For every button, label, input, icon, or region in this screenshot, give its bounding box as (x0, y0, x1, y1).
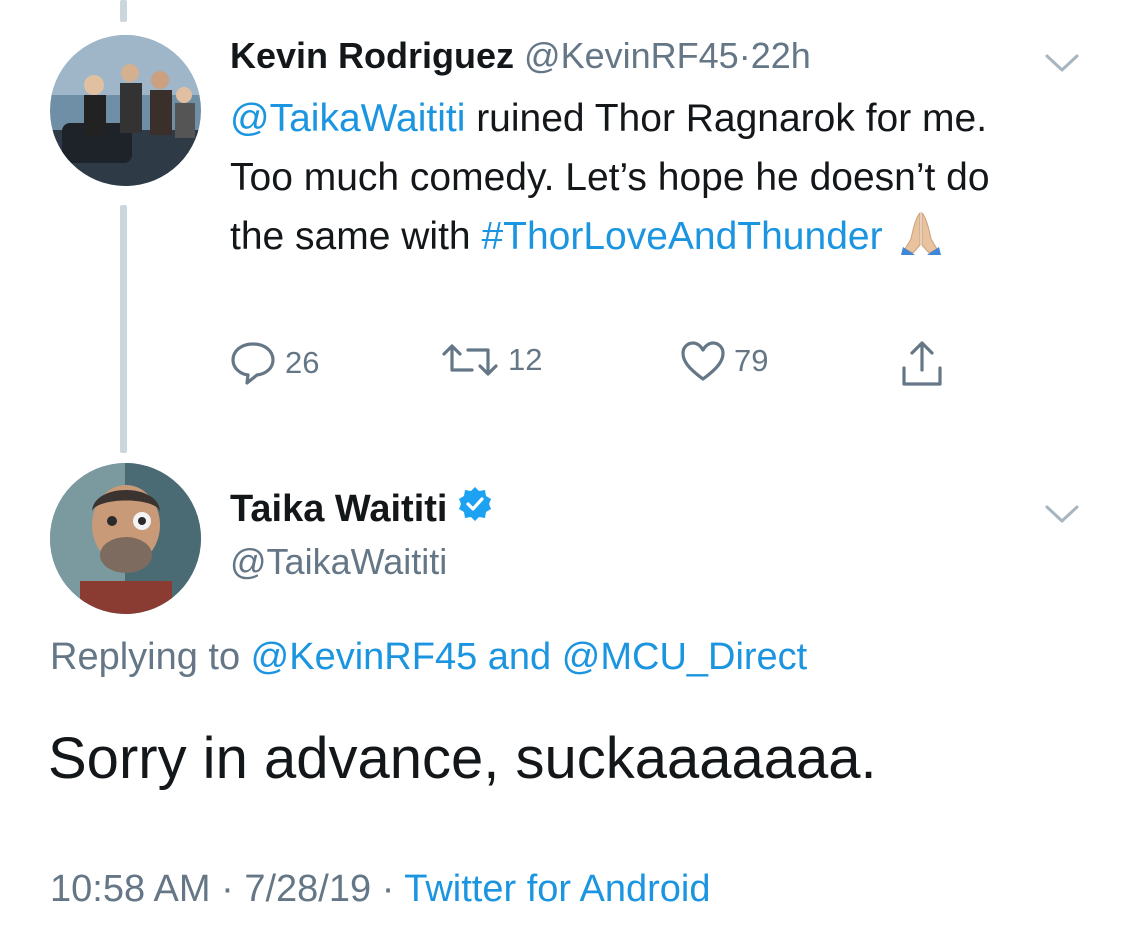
tweet-source-link[interactable]: Twitter for Android (404, 868, 710, 910)
avatar-kevin-rodriguez[interactable] (50, 35, 201, 186)
reply-and: and (477, 636, 562, 678)
replying-prefix: Replying to (50, 636, 251, 678)
author-name[interactable]: Kevin Rodriguez (230, 35, 514, 76)
tweet1-action-bar: 26 12 79 (0, 340, 1125, 400)
tweet2-author-line: Taika Waititi (230, 486, 493, 532)
tweet1-text: @TaikaWaititi ruined Thor Ragnarok for m… (230, 89, 1050, 272)
reply-count: 26 (285, 345, 320, 380)
retweet-icon (440, 340, 500, 380)
reply-to-link-1[interactable]: @KevinRF45 (251, 636, 478, 678)
tweet-time[interactable]: 22h (751, 35, 811, 76)
hashtag-link[interactable]: #ThorLoveAndThunder (481, 215, 882, 258)
tweet2-text: Sorry in advance, suckaaaaaaa. (48, 726, 877, 791)
like-button[interactable]: 79 (680, 340, 768, 382)
chevron-down-icon[interactable] (1044, 52, 1080, 74)
thread-connector (120, 205, 127, 453)
tweet-time[interactable]: 10:58 AM (50, 868, 211, 910)
reply-icon (229, 340, 277, 386)
source-separator: · (371, 868, 405, 910)
author-handle[interactable]: @KevinRF45 (524, 35, 739, 76)
like-count: 79 (734, 343, 769, 378)
reply-button[interactable]: 26 (229, 340, 319, 386)
share-button[interactable] (899, 340, 945, 388)
tweet1-header: Kevin Rodriguez @KevinRF45·22h (230, 34, 811, 78)
replying-to-line: Replying to @KevinRF45 and @MCU_Direct (50, 636, 807, 679)
time-separator: · (738, 35, 751, 76)
chevron-down-icon[interactable] (1044, 503, 1080, 525)
author-handle[interactable]: @TaikaWaititi (230, 541, 447, 583)
heart-icon (680, 340, 726, 382)
retweet-button[interactable]: 12 (440, 340, 542, 380)
folded-hands-emoji (899, 209, 943, 272)
verified-badge-icon (457, 486, 493, 532)
tweet2-footer: 10:58 AM · 7/28/19 · Twitter for Android (50, 868, 710, 911)
author-name[interactable]: Taika Waititi (230, 488, 447, 531)
tweet-date[interactable]: 7/28/19 (244, 868, 371, 910)
thread-connector-top (120, 0, 127, 22)
avatar-taika-waititi[interactable] (50, 463, 201, 614)
share-icon (899, 340, 945, 388)
mention-link[interactable]: @TaikaWaititi (230, 97, 465, 140)
date-separator: · (210, 868, 245, 910)
reply-to-link-2[interactable]: @MCU_Direct (562, 636, 807, 678)
retweet-count: 12 (508, 342, 543, 377)
